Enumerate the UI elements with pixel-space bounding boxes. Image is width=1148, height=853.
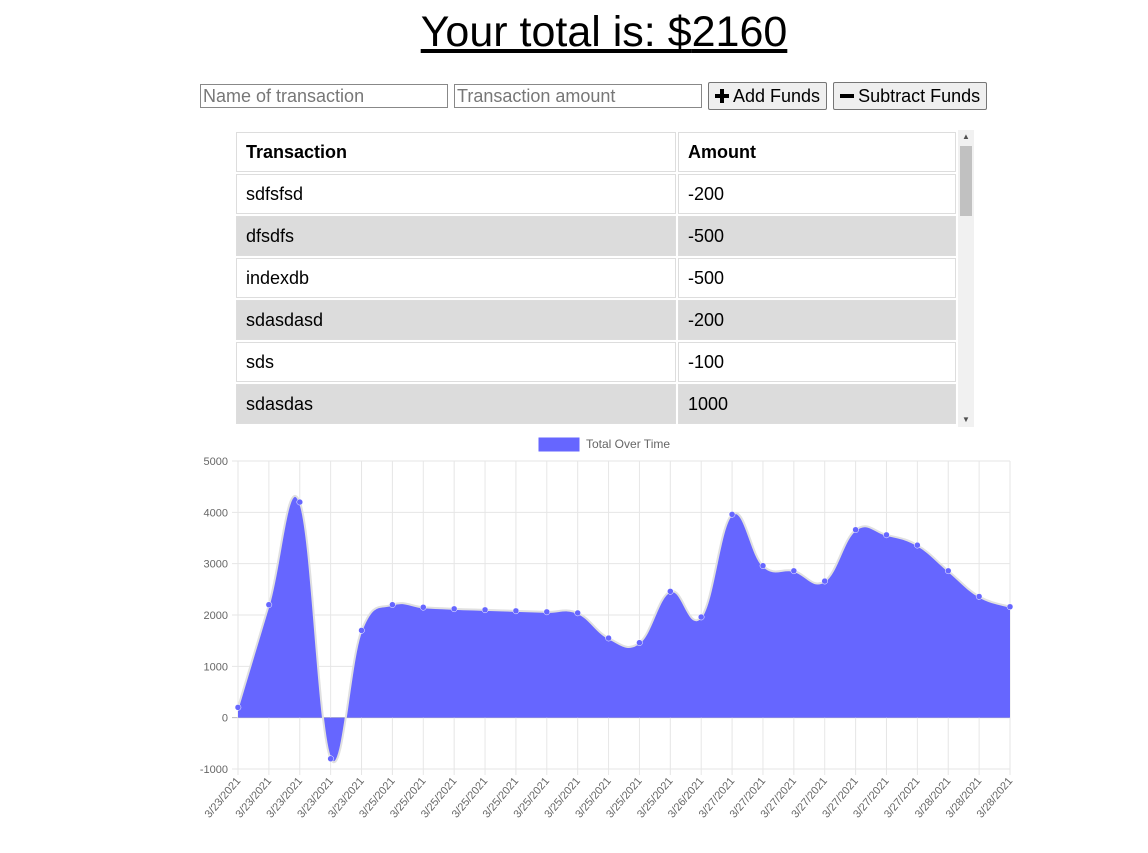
total-heading: Your total is: $2160 <box>0 6 1148 58</box>
column-header-amount: Amount <box>678 132 956 172</box>
y-tick-label: -1000 <box>200 764 228 776</box>
data-point[interactable] <box>358 627 365 634</box>
chart-legend[interactable]: Total Over Time <box>538 437 670 452</box>
data-point[interactable] <box>1006 603 1014 611</box>
data-point[interactable] <box>234 704 242 711</box>
data-point[interactable] <box>327 755 334 762</box>
add-funds-button[interactable]: Add Funds <box>708 82 828 110</box>
data-point[interactable] <box>975 593 983 600</box>
transaction-amount-input[interactable] <box>454 84 702 108</box>
total-over-time-chart: Total Over Time 5000 4000 3000 2000 1000 0 -10… <box>200 437 1016 820</box>
transaction-name-cell: sds <box>236 342 676 382</box>
total-value: 2160 <box>691 8 788 56</box>
minus-icon <box>840 89 855 103</box>
transaction-name-cell: indexdb <box>236 258 676 298</box>
data-point[interactable] <box>697 613 705 621</box>
data-point[interactable] <box>636 639 643 646</box>
table-scrollbar[interactable]: ▲ ▼ <box>958 130 974 427</box>
table-row: indexdb -500 <box>236 258 956 298</box>
transaction-name-cell: sdfsfsd <box>236 174 676 214</box>
table-row: dfsdfs -500 <box>236 216 956 256</box>
transaction-amount-cell: -200 <box>678 174 956 214</box>
data-point[interactable] <box>728 511 736 518</box>
legend-swatch <box>538 437 580 452</box>
table-row: sdasdas 1000 <box>236 384 956 424</box>
data-point[interactable] <box>543 608 551 616</box>
data-point[interactable] <box>759 562 767 569</box>
data-point[interactable] <box>852 526 859 534</box>
transaction-name-cell: sdasdas <box>236 384 676 424</box>
transaction-amount-cell: -100 <box>678 342 956 382</box>
chart-area-series <box>237 494 1011 764</box>
y-axis-ticks: 5000 4000 3000 2000 1000 0 -1000 <box>200 456 228 776</box>
table-row: sdfsfsd -200 <box>236 174 956 214</box>
transaction-name-input[interactable] <box>200 84 448 108</box>
data-point[interactable] <box>296 498 304 506</box>
table-header-row: Transaction Amount <box>236 132 956 172</box>
y-tick-label: 5000 <box>204 456 228 468</box>
table-row: sds -100 <box>236 342 956 382</box>
data-point[interactable] <box>944 567 952 575</box>
transaction-name-cell: dfsdfs <box>236 216 676 256</box>
subtract-funds-label: Subtract Funds <box>858 85 981 106</box>
transaction-amount-cell: -200 <box>678 300 956 340</box>
y-tick-label: 1000 <box>204 661 228 673</box>
transactions-table-container: Transaction Amount sdfsfsd -200 dfsdfs -50… <box>234 130 974 427</box>
transaction-form: Add Funds Subtract Funds <box>200 82 988 110</box>
column-header-transaction: Transaction <box>236 132 676 172</box>
x-axis-ticks: 3/23/20213/23/20213/23/20213/23/20213/23… <box>203 775 1016 820</box>
y-tick-label: 4000 <box>204 507 228 519</box>
data-point[interactable] <box>481 606 489 614</box>
data-point[interactable] <box>420 604 427 611</box>
data-point[interactable] <box>883 531 890 539</box>
data-point[interactable] <box>667 588 674 595</box>
total-label: Your total is: $ <box>420 8 692 56</box>
data-point[interactable] <box>574 609 581 617</box>
transaction-amount-cell: -500 <box>678 216 956 256</box>
transaction-name-cell: sdasdasd <box>236 300 676 340</box>
data-point[interactable] <box>512 607 520 615</box>
plus-icon <box>715 89 729 103</box>
transactions-table: Transaction Amount sdfsfsd -200 dfsdfs -50… <box>234 130 958 426</box>
data-point[interactable] <box>821 577 828 585</box>
data-point[interactable] <box>605 634 612 642</box>
y-tick-label: 3000 <box>204 559 228 571</box>
data-point[interactable] <box>389 601 396 608</box>
transaction-amount-cell: 1000 <box>678 384 956 424</box>
scroll-down-arrow-icon[interactable]: ▼ <box>958 413 974 427</box>
add-funds-label: Add Funds <box>733 85 821 106</box>
subtract-funds-button[interactable]: Subtract Funds <box>833 82 988 110</box>
data-point[interactable] <box>450 605 458 613</box>
scrollbar-thumb[interactable] <box>960 146 972 216</box>
table-row: sdasdasd -200 <box>236 300 956 340</box>
data-point[interactable] <box>790 567 798 575</box>
scroll-up-arrow-icon[interactable]: ▲ <box>958 130 974 144</box>
data-point[interactable] <box>914 541 921 549</box>
y-tick-label: 2000 <box>204 610 228 622</box>
y-tick-label: 0 <box>222 713 228 725</box>
data-point[interactable] <box>265 601 273 608</box>
legend-label: Total Over Time <box>586 437 670 451</box>
transaction-amount-cell: -500 <box>678 258 956 298</box>
